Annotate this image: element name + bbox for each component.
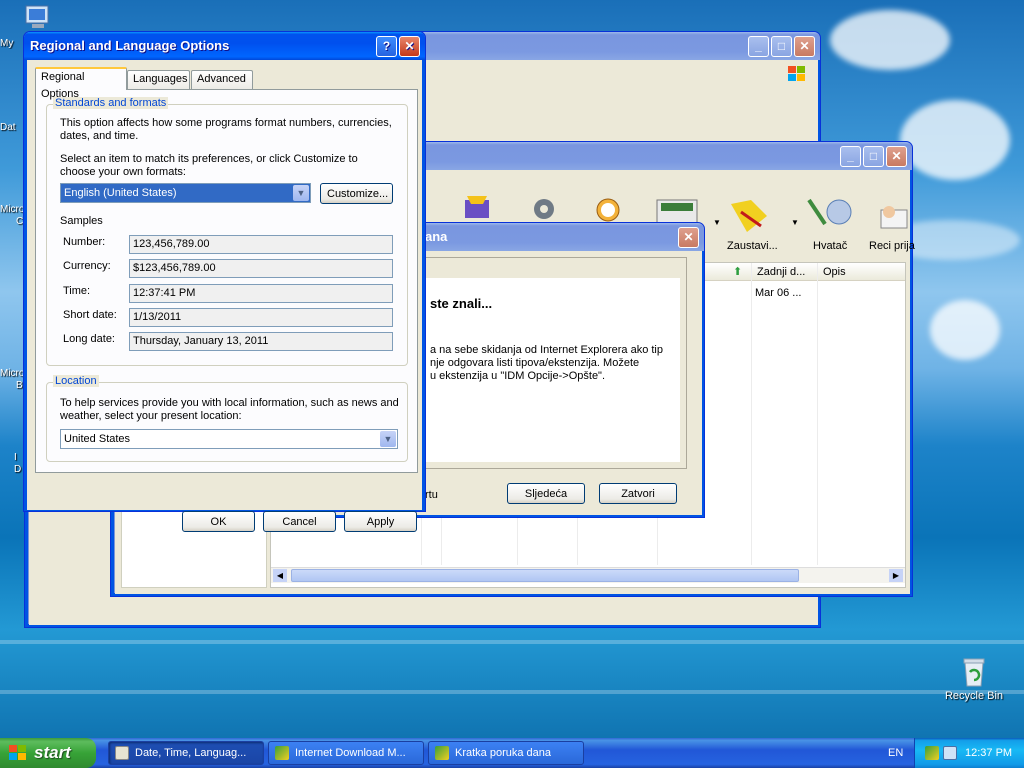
location-group-title: Location <box>53 375 99 387</box>
taskbar-item-idm[interactable]: Internet Download M... <box>268 741 424 765</box>
sample-value-number: 123,456,789.00 <box>129 235 393 254</box>
tip-body-line: a na sebe skidanja od Internet Explorera… <box>430 344 663 356</box>
windows-logo-icon <box>9 745 26 760</box>
windows-logo-icon <box>786 64 808 84</box>
apply-button[interactable]: Apply <box>344 511 417 532</box>
tip-dialog-title: ana <box>425 229 448 244</box>
toolbar-dropdown-icon[interactable]: ▼ <box>713 218 721 227</box>
system-tray: 12:37 PM <box>914 738 1024 768</box>
customize-button[interactable]: Customize... <box>320 183 393 204</box>
tip-body-line: u ekstenzija u "IDM Opcije->Opšte". <box>430 370 606 382</box>
scroll-left-icon[interactable]: ◀ <box>273 569 287 582</box>
desktop-icon-recycle-bin[interactable]: Recycle Bin <box>939 656 1009 702</box>
close-button[interactable]: ✕ <box>794 36 815 57</box>
tab-languages[interactable]: Languages <box>127 70 190 89</box>
format-selected-value: English (United States) <box>64 187 177 199</box>
sample-label-number: Number: <box>63 236 106 248</box>
regional-titlebar[interactable]: Regional and Language Options ? ✕ <box>24 32 425 60</box>
select-description: Select an item to match its preferences,… <box>60 153 358 178</box>
toolbar-tell-friend-label[interactable]: Reci prija <box>869 240 915 252</box>
sample-label-currency: Currency: <box>63 260 111 272</box>
idm-tray-icon[interactable] <box>925 746 939 760</box>
stop-icon[interactable] <box>727 196 771 236</box>
recycle-bin-icon <box>963 658 985 687</box>
chevron-down-icon[interactable]: ▼ <box>380 431 396 447</box>
location-group: Location To help services provide you wi… <box>46 375 408 462</box>
toolbar-stop-label[interactable]: Zaustavi... <box>727 240 778 252</box>
toolbar-dropdown-icon[interactable]: ▼ <box>791 218 799 227</box>
minimize-button[interactable]: _ <box>840 146 861 167</box>
recycle-bin-label: Recycle Bin <box>944 690 1004 702</box>
close-tip-button[interactable]: Zatvori <box>599 483 677 504</box>
date-time-icon <box>115 746 129 760</box>
chevron-down-icon[interactable]: ▼ <box>293 185 309 201</box>
location-select[interactable]: United States ▼ <box>60 429 398 449</box>
start-label: start <box>34 743 71 762</box>
location-selected-value: United States <box>64 433 131 445</box>
tell-friend-icon[interactable] <box>877 200 911 234</box>
tip-heading: ste znali... <box>430 296 493 311</box>
sample-value-short-date: 1/13/2011 <box>129 308 393 327</box>
scrollbar-thumb[interactable] <box>291 569 799 582</box>
desktop-icon-label[interactable]: My <box>0 38 24 49</box>
close-button[interactable]: ✕ <box>886 146 907 167</box>
taskbar-item-regional[interactable]: Date, Time, Languag... <box>108 741 264 765</box>
idm-icon <box>275 746 289 760</box>
regional-body: Regional Options Languages Advanced Stan… <box>27 60 422 532</box>
minimize-button[interactable]: _ <box>748 36 769 57</box>
regional-options-dialog[interactable]: Regional and Language Options ? ✕ Region… <box>23 31 426 532</box>
column-header-last-try[interactable]: Zadnji d... <box>757 266 805 278</box>
desktop-icon-my-computer[interactable] <box>22 4 54 32</box>
sample-label-long-date: Long date: <box>63 333 115 345</box>
next-tip-button[interactable]: Sljedeća <box>507 483 585 504</box>
network-icon[interactable] <box>943 746 957 760</box>
list-cell-date[interactable]: Mar 06 ... <box>755 287 801 299</box>
cancel-button[interactable]: Cancel <box>263 511 336 532</box>
sample-value-long-date: Thursday, January 13, 2011 <box>129 332 393 351</box>
start-button[interactable]: start <box>0 738 96 768</box>
tab-regional-options[interactable]: Regional Options <box>35 67 127 100</box>
clock[interactable]: 12:37 PM <box>965 747 1012 759</box>
taskbar-item-label: Kratka poruka dana <box>455 747 552 759</box>
computer-icon <box>25 5 49 28</box>
column-header-description[interactable]: Opis <box>823 266 846 278</box>
sample-label-short-date: Short date: <box>63 309 117 321</box>
taskbar: start Date, Time, Languag... Internet Do… <box>0 738 1024 768</box>
sample-value-time: 12:37:41 PM <box>129 284 393 303</box>
horizontal-scrollbar[interactable]: ◀ ▶ <box>271 567 905 583</box>
sample-label-time: Time: <box>63 285 91 297</box>
maximize-button[interactable]: □ <box>771 36 792 57</box>
toolbar-grabber-label[interactable]: Hvatač <box>813 240 847 252</box>
location-description: To help services provide you with local … <box>60 397 399 422</box>
standards-group: Standards and formats This option affect… <box>46 97 408 366</box>
desktop-icon-label[interactable]: Dat <box>0 122 24 133</box>
dialog-title: Regional and Language Options <box>30 38 230 53</box>
tab-advanced[interactable]: Advanced <box>191 70 253 89</box>
sort-arrow-icon[interactable]: ⬆ <box>733 265 742 278</box>
ok-button[interactable]: OK <box>182 511 255 532</box>
toolbar-icon[interactable] <box>461 190 495 224</box>
sample-value-currency: $123,456,789.00 <box>129 259 393 278</box>
close-button[interactable]: ✕ <box>399 36 420 57</box>
desktop-icon-label[interactable]: Micro <box>0 368 24 379</box>
show-on-startup-label[interactable]: rtu <box>425 489 438 501</box>
samples-label: Samples <box>60 215 103 227</box>
format-select[interactable]: English (United States) ▼ <box>60 183 311 203</box>
maximize-button[interactable]: □ <box>863 146 884 167</box>
alarm-clock-icon[interactable] <box>591 192 625 226</box>
taskbar-item-tip[interactable]: Kratka poruka dana <box>428 741 584 765</box>
scroll-right-icon[interactable]: ▶ <box>889 569 903 582</box>
taskbar-item-label: Date, Time, Languag... <box>135 747 247 759</box>
standards-description: This option affects how some programs fo… <box>60 117 392 142</box>
tip-body-line: nje odgovara listi tipova/ekstenzija. Mo… <box>430 357 640 369</box>
gear-icon[interactable] <box>527 192 561 226</box>
help-button[interactable]: ? <box>376 36 397 57</box>
language-indicator[interactable]: EN <box>888 747 903 759</box>
taskbar-item-label: Internet Download M... <box>295 747 406 759</box>
desktop-icon-label[interactable]: Micro <box>0 204 24 215</box>
regional-options-panel: Standards and formats This option affect… <box>35 89 418 473</box>
idm-icon <box>435 746 449 760</box>
grabber-icon[interactable] <box>805 194 855 234</box>
close-button[interactable]: ✕ <box>678 227 699 248</box>
